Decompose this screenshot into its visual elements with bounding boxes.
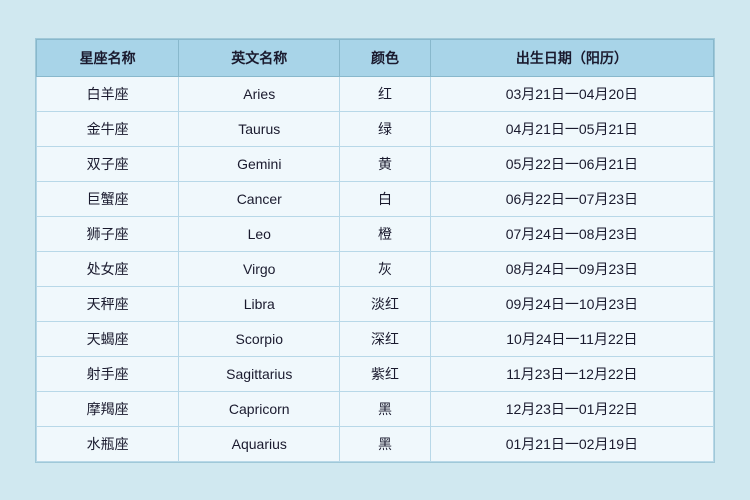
- cell-color: 红: [340, 76, 431, 111]
- cell-color: 白: [340, 181, 431, 216]
- cell-english-name: Leo: [179, 216, 340, 251]
- table-row: 双子座Gemini黄05月22日一06月21日: [37, 146, 714, 181]
- cell-english-name: Cancer: [179, 181, 340, 216]
- cell-color: 深红: [340, 321, 431, 356]
- cell-chinese-name: 双子座: [37, 146, 179, 181]
- cell-color: 淡红: [340, 286, 431, 321]
- cell-chinese-name: 天蝎座: [37, 321, 179, 356]
- cell-color: 绿: [340, 111, 431, 146]
- cell-dates: 09月24日一10月23日: [430, 286, 713, 321]
- cell-english-name: Sagittarius: [179, 356, 340, 391]
- table-row: 天蝎座Scorpio深红10月24日一11月22日: [37, 321, 714, 356]
- cell-dates: 07月24日一08月23日: [430, 216, 713, 251]
- table-row: 天秤座Libra淡红09月24日一10月23日: [37, 286, 714, 321]
- cell-dates: 08月24日一09月23日: [430, 251, 713, 286]
- cell-english-name: Taurus: [179, 111, 340, 146]
- header-chinese-name: 星座名称: [37, 39, 179, 76]
- table-row: 摩羯座Capricorn黑12月23日一01月22日: [37, 391, 714, 426]
- cell-dates: 03月21日一04月20日: [430, 76, 713, 111]
- cell-chinese-name: 天秤座: [37, 286, 179, 321]
- header-color: 颜色: [340, 39, 431, 76]
- cell-english-name: Libra: [179, 286, 340, 321]
- cell-color: 黑: [340, 426, 431, 461]
- cell-english-name: Gemini: [179, 146, 340, 181]
- cell-color: 紫红: [340, 356, 431, 391]
- header-birthdate: 出生日期（阳历）: [430, 39, 713, 76]
- cell-chinese-name: 处女座: [37, 251, 179, 286]
- cell-english-name: Scorpio: [179, 321, 340, 356]
- table-row: 狮子座Leo橙07月24日一08月23日: [37, 216, 714, 251]
- table-row: 处女座Virgo灰08月24日一09月23日: [37, 251, 714, 286]
- cell-color: 橙: [340, 216, 431, 251]
- header-english-name: 英文名称: [179, 39, 340, 76]
- cell-dates: 01月21日一02月19日: [430, 426, 713, 461]
- table-row: 射手座Sagittarius紫红11月23日一12月22日: [37, 356, 714, 391]
- cell-english-name: Aquarius: [179, 426, 340, 461]
- table-header-row: 星座名称 英文名称 颜色 出生日期（阳历）: [37, 39, 714, 76]
- cell-color: 黄: [340, 146, 431, 181]
- table-row: 白羊座Aries红03月21日一04月20日: [37, 76, 714, 111]
- cell-dates: 04月21日一05月21日: [430, 111, 713, 146]
- cell-english-name: Capricorn: [179, 391, 340, 426]
- cell-color: 灰: [340, 251, 431, 286]
- table-body: 白羊座Aries红03月21日一04月20日金牛座Taurus绿04月21日一0…: [37, 76, 714, 461]
- cell-color: 黑: [340, 391, 431, 426]
- cell-dates: 11月23日一12月22日: [430, 356, 713, 391]
- cell-dates: 06月22日一07月23日: [430, 181, 713, 216]
- table-row: 金牛座Taurus绿04月21日一05月21日: [37, 111, 714, 146]
- cell-chinese-name: 白羊座: [37, 76, 179, 111]
- table-row: 巨蟹座Cancer白06月22日一07月23日: [37, 181, 714, 216]
- cell-chinese-name: 巨蟹座: [37, 181, 179, 216]
- cell-english-name: Virgo: [179, 251, 340, 286]
- cell-chinese-name: 水瓶座: [37, 426, 179, 461]
- cell-chinese-name: 狮子座: [37, 216, 179, 251]
- cell-english-name: Aries: [179, 76, 340, 111]
- cell-chinese-name: 射手座: [37, 356, 179, 391]
- cell-dates: 10月24日一11月22日: [430, 321, 713, 356]
- cell-dates: 12月23日一01月22日: [430, 391, 713, 426]
- cell-chinese-name: 摩羯座: [37, 391, 179, 426]
- table-row: 水瓶座Aquarius黑01月21日一02月19日: [37, 426, 714, 461]
- zodiac-table: 星座名称 英文名称 颜色 出生日期（阳历） 白羊座Aries红03月21日一04…: [36, 39, 714, 462]
- cell-dates: 05月22日一06月21日: [430, 146, 713, 181]
- cell-chinese-name: 金牛座: [37, 111, 179, 146]
- zodiac-table-container: 星座名称 英文名称 颜色 出生日期（阳历） 白羊座Aries红03月21日一04…: [35, 38, 715, 463]
